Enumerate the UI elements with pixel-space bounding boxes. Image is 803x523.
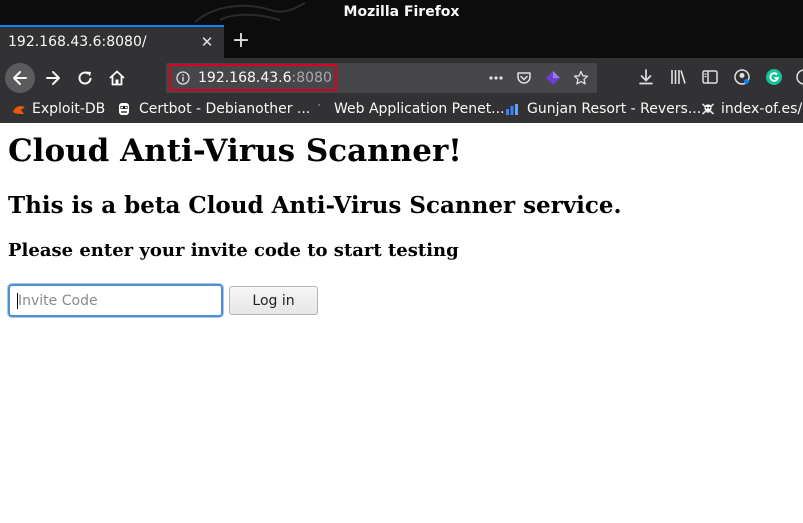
page-content: Cloud Anti-Virus Scanner! This is a beta…: [0, 123, 803, 523]
new-tab-button[interactable]: +: [230, 26, 252, 56]
navigation-toolbar: 192.168.43.6:8080: [0, 58, 803, 97]
page-instructions: Please enter your invite code to start t…: [8, 240, 459, 261]
page-actions-icon[interactable]: [488, 70, 504, 86]
extension-diamond-icon[interactable]: [545, 70, 561, 86]
tab-title: 192.168.43.6:8080/: [8, 34, 147, 50]
bookmarks-toolbar: Exploit-DB Certbot - Debianother ... Web…: [0, 97, 803, 123]
text-caret: [17, 293, 18, 309]
exploit-db-icon: [13, 106, 25, 114]
forward-button[interactable]: [38, 63, 68, 93]
url-port: :8080: [291, 70, 332, 86]
page-title: Cloud Anti-Virus Scanner!: [8, 133, 462, 169]
arrow-right-icon: [46, 71, 60, 85]
url-text[interactable]: 192.168.43.6:8080: [198, 63, 332, 93]
arrow-left-icon: [13, 71, 27, 85]
skull-icon: [701, 103, 715, 115]
account-icon[interactable]: [733, 68, 751, 86]
grammarly-icon[interactable]: [765, 68, 783, 86]
url-bar[interactable]: 192.168.43.6:8080: [166, 63, 597, 93]
pocket-icon[interactable]: [516, 70, 532, 86]
page-subtitle: This is a beta Cloud Anti-Virus Scanner …: [8, 192, 622, 219]
certbot-icon: [119, 103, 129, 115]
bookmark-label: Exploit-DB: [32, 101, 106, 117]
home-icon: [109, 70, 125, 86]
reload-button[interactable]: [70, 63, 100, 93]
bookmark-star-icon[interactable]: [573, 70, 589, 86]
downloads-icon[interactable]: [637, 68, 655, 86]
sidebar-icon[interactable]: [701, 68, 719, 86]
tab-strip: 192.168.43.6:8080/ ✕ +: [0, 25, 803, 58]
tab-active[interactable]: 192.168.43.6:8080/ ✕: [0, 25, 224, 58]
page-icon: [318, 104, 320, 106]
bookmark-label: Gunjan Resort - Revers...: [527, 101, 702, 117]
login-button[interactable]: Log in: [229, 286, 318, 315]
window-titlebar: Mozilla Firefox: [0, 0, 803, 25]
library-icon[interactable]: [669, 68, 687, 86]
bookmark-label: Certbot - Debianother ...: [139, 101, 311, 117]
bar-chart-icon: [506, 104, 518, 115]
window-title: Mozilla Firefox: [343, 4, 460, 20]
home-button[interactable]: [102, 63, 132, 93]
tab-close-icon[interactable]: ✕: [200, 27, 214, 57]
site-info-icon[interactable]: [176, 71, 190, 85]
url-host: 192.168.43.6: [198, 70, 292, 86]
back-button[interactable]: [5, 63, 35, 93]
kali-dragon-watermark-icon: [194, 2, 306, 23]
bookmark-label: Web Application Penet...: [334, 101, 505, 117]
bookmark-label: index-of.es/: [721, 101, 803, 117]
reload-icon: [78, 71, 92, 85]
overflow-globe-icon[interactable]: [795, 68, 803, 86]
invite-code-input[interactable]: [8, 284, 223, 317]
